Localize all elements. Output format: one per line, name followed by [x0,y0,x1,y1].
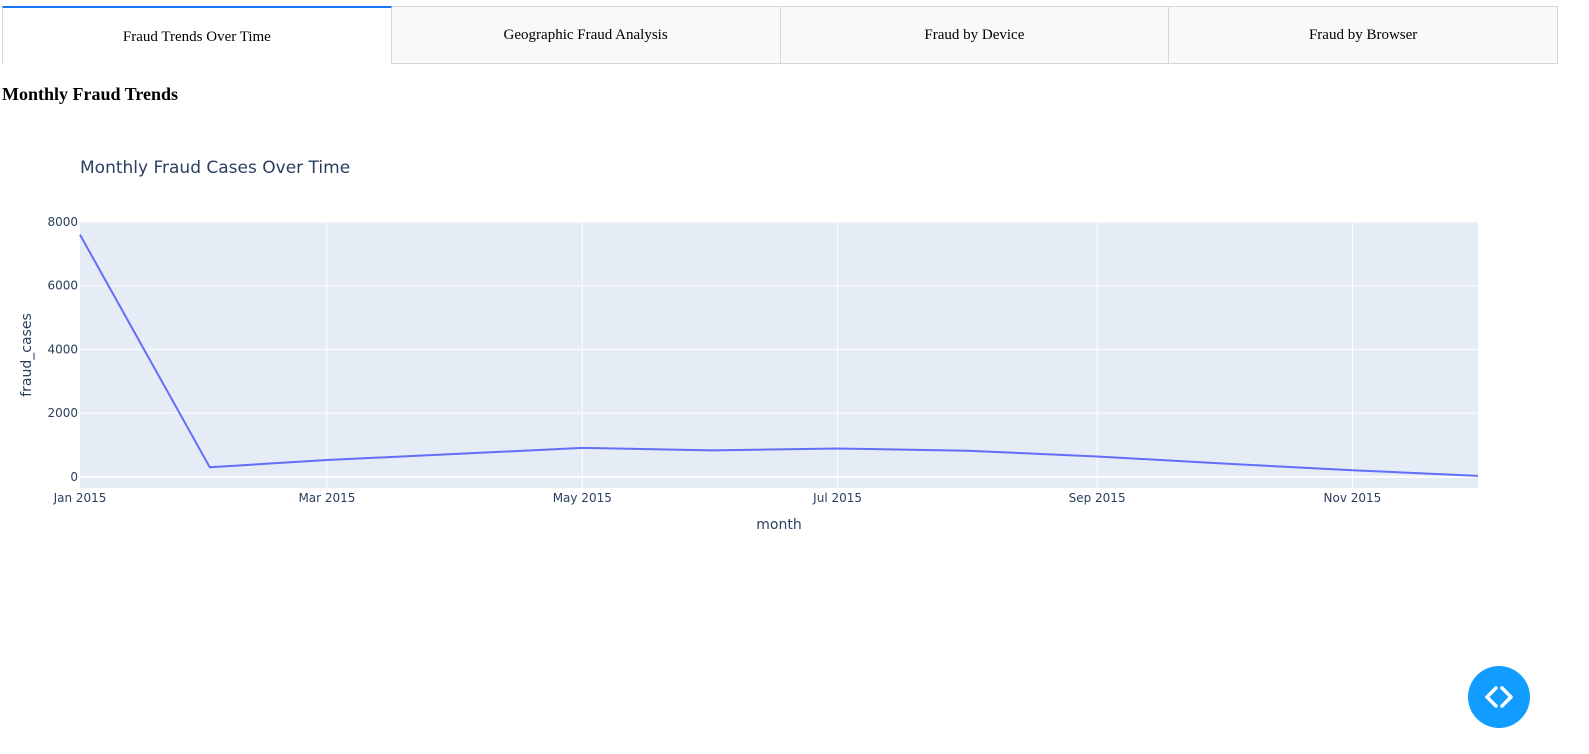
data-point [964,448,970,454]
data-point [579,445,585,451]
x-tick-label: Jan 2015 [53,491,107,505]
y-tick-label: 0 [70,470,78,484]
x-tick-label: Jul 2015 [812,491,862,505]
y-tick-label: 2000 [47,406,78,420]
tab-label: Fraud by Device [924,26,1025,43]
tab-fraud-by-browser[interactable]: Fraud by Browser [1169,6,1558,64]
tab-bar: Fraud Trends Over Time Geographic Fraud … [2,6,1558,64]
tab-label: Fraud Trends Over Time [122,29,271,45]
data-point [454,451,460,457]
x-tick-label: May 2015 [553,491,612,505]
line-chart[interactable]: Jan 2015 Mar 2015 May 2015 Jul 2015 Sep 2015… [0,130,1560,550]
y-tick-label: 6000 [47,279,78,293]
data-point [77,232,83,238]
chart-svg: Jan 2015 Mar 2015 May 2015 Jul 2015 Sep 2015… [19,158,1481,533]
y-axis-title: fraud_cases [19,313,35,397]
chart-title: Monthly Fraud Cases Over Time [80,158,350,178]
tab-label: Fraud by Browser [1308,26,1418,43]
x-tick-label: Nov 2015 [1324,491,1382,505]
data-point [1220,460,1226,466]
data-point [207,464,213,470]
x-tick-label: Sep 2015 [1069,491,1126,505]
data-point [1349,467,1355,473]
data-point [1094,453,1100,459]
x-axis-title: month [756,517,801,533]
data-point [324,457,330,463]
y-tick-label: 4000 [47,342,78,356]
tab-geographic-fraud[interactable]: Geographic Fraud Analysis [391,6,781,64]
tab-label: Geographic Fraud Analysis [503,26,668,43]
x-tick-label: Mar 2015 [298,491,355,505]
data-point [835,445,841,451]
data-point [709,447,715,453]
tab-fraud-by-device[interactable]: Fraud by Device [780,6,1170,64]
data-point [1475,473,1481,479]
plot-background [80,222,1478,488]
code-icon [1485,686,1513,708]
y-tick-label: 8000 [47,215,78,229]
tab-fraud-trends[interactable]: Fraud Trends Over Time [2,6,392,64]
code-toggle-button[interactable] [1468,666,1530,728]
section-title: Monthly Fraud Trends [2,84,179,104]
